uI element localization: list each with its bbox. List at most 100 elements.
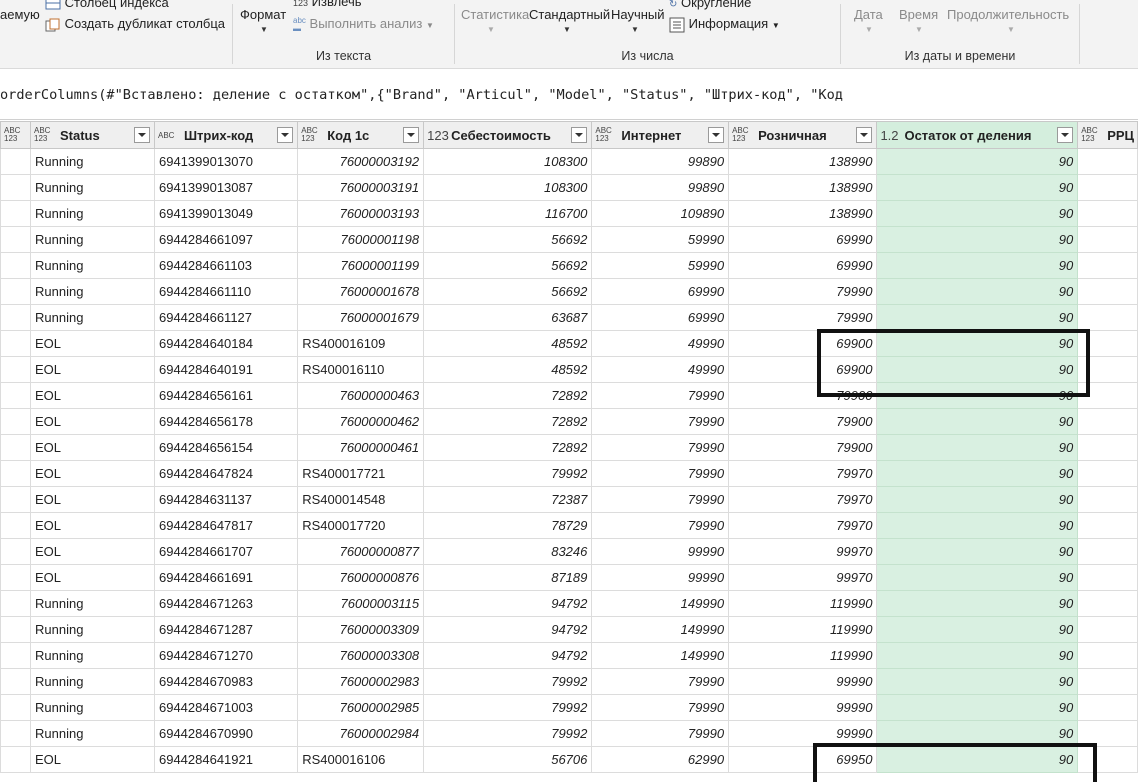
table-cell[interactable]: 79970 [728,512,878,539]
table-row[interactable]: Running 6941399013049 76000003193 116700 109… [0,200,1138,227]
table-cell[interactable]: 59990 [591,226,730,253]
table-cell[interactable]: 69990 [728,252,878,279]
table-cell[interactable]: 79990 [591,460,730,487]
table-cell[interactable]: 90 [876,304,1079,331]
filter-dropdown-icon[interactable] [403,127,420,143]
table-cell[interactable]: 94792 [423,642,593,669]
table-cell[interactable]: Running [30,252,155,279]
table-cell[interactable]: 79900 [728,434,878,461]
table-cell[interactable]: 6941399013087 [153,174,299,201]
table-cell[interactable] [1077,200,1138,227]
table-cell[interactable]: 79992 [423,460,593,487]
table-cell[interactable] [0,330,31,357]
table-cell[interactable]: RS400014548 [297,486,425,513]
table-cell[interactable] [0,590,31,617]
table-cell[interactable]: 99990 [728,668,878,695]
table-cell[interactable]: EOL [30,538,155,565]
column-header[interactable]: ABC 123 Status [30,121,155,149]
column-header[interactable]: ABC 123 Розничная [728,121,878,149]
table-cell[interactable]: 79900 [728,408,878,435]
table-cell[interactable] [0,278,31,305]
table-cell[interactable]: RS400016110 [297,356,425,383]
table-cell[interactable]: 79970 [728,486,878,513]
table-cell[interactable]: 6944284656154 [153,434,299,461]
table-row[interactable]: Running 6944284671270 76000003308 94792 1499… [0,642,1138,669]
table-cell[interactable] [1077,408,1138,435]
filter-dropdown-icon[interactable] [856,127,873,143]
table-cell[interactable]: 69990 [728,226,878,253]
table-cell[interactable]: 56692 [423,226,593,253]
table-cell[interactable] [1077,512,1138,539]
table-row[interactable]: EOL 6944284656178 76000000462 72892 79990 799… [0,408,1138,435]
table-cell[interactable]: 149990 [591,616,730,643]
table-cell[interactable]: 83246 [423,538,593,565]
table-cell[interactable]: 6941399013070 [153,148,299,175]
index-column-button[interactable]: Столбец индекса [45,0,169,10]
table-cell[interactable]: 79990 [591,382,730,409]
table-cell[interactable]: 90 [876,252,1079,279]
table-cell[interactable]: 90 [876,434,1079,461]
table-row[interactable]: Running 6941399013070 76000003192 108300 998… [0,148,1138,175]
column-type-icon[interactable]: ABC 123 [301,127,327,143]
table-cell[interactable]: EOL [30,356,155,383]
table-cell[interactable]: 76000001679 [297,304,425,331]
table-cell[interactable]: Running [30,200,155,227]
table-cell[interactable]: 6944284631137 [153,486,299,513]
table-cell[interactable]: 90 [876,460,1079,487]
table-cell[interactable]: 6944284661097 [153,226,299,253]
table-cell[interactable] [0,304,31,331]
table-cell[interactable]: 76000001198 [297,226,425,253]
table-cell[interactable] [0,512,31,539]
table-cell[interactable]: Running [30,278,155,305]
table-cell[interactable]: 6944284661127 [153,304,299,331]
table-cell[interactable]: 49990 [591,356,730,383]
table-cell[interactable]: 6944284670990 [153,720,299,747]
column-type-icon[interactable]: 123 [427,129,451,142]
table-cell[interactable] [0,720,31,747]
table-cell[interactable]: 6944284640184 [153,330,299,357]
table-cell[interactable]: 76000003308 [297,642,425,669]
table-cell[interactable] [0,746,31,773]
table-cell[interactable]: 79990 [591,512,730,539]
table-cell[interactable]: 48592 [423,356,593,383]
table-cell[interactable]: 79970 [728,460,878,487]
table-cell[interactable]: 79990 [591,486,730,513]
table-row[interactable]: EOL 6944284661691 76000000876 87189 99990 999… [0,564,1138,591]
table-cell[interactable]: 90 [876,408,1079,435]
table-cell[interactable]: 149990 [591,590,730,617]
table-cell[interactable]: Running [30,720,155,747]
table-cell[interactable]: 90 [876,486,1079,513]
table-row[interactable]: EOL 6944284647817 RS400017720 78729 79990 799… [0,512,1138,539]
table-cell[interactable] [1077,174,1138,201]
table-cell[interactable]: 90 [876,512,1079,539]
filter-dropdown-icon[interactable] [1057,127,1074,143]
table-cell[interactable]: 99890 [591,148,730,175]
table-row[interactable]: EOL 6944284656154 76000000461 72892 79990 799… [0,434,1138,461]
table-cell[interactable] [0,200,31,227]
table-row[interactable]: Running 6944284661127 76000001679 63687 6999… [0,304,1138,331]
table-cell[interactable] [1077,668,1138,695]
table-cell[interactable] [0,252,31,279]
table-cell[interactable]: Running [30,590,155,617]
table-cell[interactable]: 138990 [728,174,878,201]
scientific-button[interactable]: Научный [611,7,665,22]
table-cell[interactable]: 72892 [423,408,593,435]
date-button[interactable]: Дата [854,7,883,22]
table-cell[interactable]: 76000000463 [297,382,425,409]
table-cell[interactable] [0,616,31,643]
table-cell[interactable] [0,460,31,487]
table-cell[interactable] [0,434,31,461]
table-cell[interactable] [0,486,31,513]
table-cell[interactable]: 69990 [591,278,730,305]
column-header[interactable]: ABC 123 Код 1с [297,121,425,149]
table-cell[interactable]: EOL [30,512,155,539]
table-cell[interactable]: 79990 [728,278,878,305]
statistics-button[interactable]: Статистика [461,7,529,22]
table-cell[interactable]: 62990 [591,746,730,773]
table-row[interactable]: EOL 6944284661707 76000000877 83246 99990 999… [0,538,1138,565]
table-cell[interactable]: 90 [876,616,1079,643]
table-row[interactable]: EOL 6944284647824 RS400017721 79992 79990 799… [0,460,1138,487]
table-cell[interactable]: 79992 [423,668,593,695]
table-cell[interactable]: 76000002983 [297,668,425,695]
table-cell[interactable]: Running [30,148,155,175]
